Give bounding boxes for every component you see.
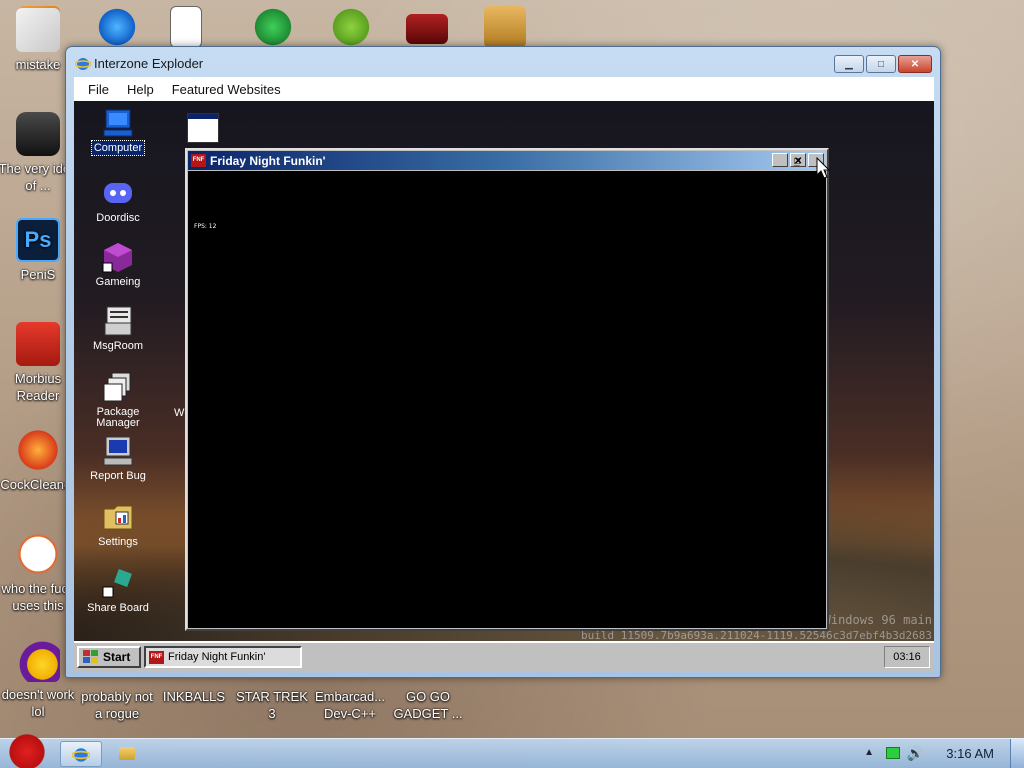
w96-icon-label: Gameing <box>95 276 141 288</box>
host-icon-probably-not-rogue[interactable]: probably not a rogue <box>77 688 157 722</box>
w96-icon-package-manager[interactable]: Package Manager <box>81 371 155 429</box>
ie-icon <box>71 748 91 762</box>
host-top-solitaire-icon[interactable] <box>170 6 202 48</box>
fnf-window-title: Friday Night Funkin' <box>210 154 326 168</box>
w96-icon-label: MsgRoom <box>92 340 144 352</box>
taskbar-explorer-button[interactable] <box>110 741 144 767</box>
w96-icon-label: Settings <box>98 536 138 548</box>
computer-icon <box>102 107 134 139</box>
close-icon: ✕ <box>910 58 920 70</box>
menu-help[interactable]: Help <box>127 82 154 97</box>
fnf-title-bar[interactable]: FNF Friday Night Funkin' _ □ ✕ <box>188 151 826 170</box>
tray-up-arrow-icon[interactable]: ▲ <box>864 747 874 758</box>
menu-bar: File Help Featured Websites <box>74 77 934 101</box>
mouse-cursor-icon <box>816 157 830 179</box>
start-icon <box>83 650 98 663</box>
show-desktop-button[interactable] <box>1010 739 1024 768</box>
maximize-icon: □ <box>877 58 885 70</box>
start-button[interactable]: Start <box>77 646 141 668</box>
host-top-emblem-icon[interactable] <box>406 14 448 44</box>
cleaner-brush-icon <box>16 428 60 472</box>
host-icon-label: GO GO GADGET ... <box>393 689 463 721</box>
w96-icon-share-board[interactable]: Share Board <box>81 567 155 614</box>
report-bug-icon <box>102 435 134 467</box>
host-icon-inkballs[interactable]: INKBALLS <box>154 688 234 705</box>
w96-icon-label: Computer <box>90 140 146 156</box>
w96-desktop: Windows 96 main build 11509.7b9a693a.211… <box>74 101 934 671</box>
taskbar-item-fnf[interactable]: FNF Friday Night Funkin' <box>144 646 302 668</box>
host-icon-label: STAR TREK 3 <box>236 689 308 721</box>
interzone-exploder-window: Interzone Exploder ▁ □ ✕ File Help Featu… <box>65 46 941 678</box>
host-icon-dev-cpp[interactable]: Embarcad... Dev-C++ <box>310 688 390 722</box>
w96-watermark-line1: Windows 96 main <box>823 613 932 627</box>
taskbar-ie-button[interactable] <box>60 741 102 767</box>
menu-file[interactable]: File <box>88 82 109 97</box>
host-icon-label: probably not a rogue <box>81 689 153 721</box>
taskbar-item-label: Friday Night Funkin' <box>168 651 266 663</box>
w96-icon-label: Share Board <box>87 602 149 614</box>
ie-app-icon <box>74 56 92 72</box>
angry-birds-start-icon[interactable] <box>4 731 50 768</box>
pdf-reader-icon <box>16 322 60 366</box>
host-icon-label: INKBALLS <box>162 689 226 704</box>
host-clock: 3:16 AM <box>946 746 994 761</box>
fnf-app-icon: FNF <box>191 154 206 167</box>
host-icon-label: doesn't work lol <box>1 687 75 719</box>
w96-icon-label: Package Manager <box>96 406 140 429</box>
volume-icon[interactable]: 🔊 <box>907 745 924 762</box>
w96-icon-settings[interactable]: Settings <box>81 501 155 548</box>
w96-icon-gameing[interactable]: Gameing <box>81 241 155 288</box>
share-board-icon <box>102 567 134 599</box>
host-icon-label: Embarcad... Dev-C++ <box>314 689 386 721</box>
package-manager-icon <box>102 371 134 403</box>
w96-icon-computer[interactable]: Computer <box>81 107 155 156</box>
w96-icon-label: Report Bug <box>90 470 146 482</box>
host-top-ie-icon[interactable] <box>96 6 138 48</box>
w96-icon-label: Doordisc <box>96 212 140 224</box>
close-button[interactable]: ✕ <box>898 55 932 73</box>
game-cube-icon <box>102 241 134 273</box>
w96-icon-report-bug[interactable]: Report Bug <box>81 435 155 482</box>
installer-icon <box>16 8 60 52</box>
w96-terminal-icon[interactable] <box>187 113 219 143</box>
host-icon-go-go-gadget[interactable]: GO GO GADGET ... <box>388 688 468 722</box>
photoshop-icon: Ps <box>16 218 60 262</box>
yahoo-messenger-icon <box>16 638 60 682</box>
host-top-pig-icon[interactable] <box>330 6 372 48</box>
lightning-icon <box>16 532 60 576</box>
w96-icon-msgroom[interactable]: MsgRoom <box>81 305 155 352</box>
start-label: Start <box>103 650 131 664</box>
msgroom-icon <box>102 305 134 337</box>
minimize-button[interactable]: ▁ <box>834 55 864 73</box>
fps-counter: FPS: 12 <box>194 223 217 230</box>
w96-taskbar: Start FNF Friday Night Funkin' 03:16 <box>74 641 934 671</box>
folder-icon <box>119 747 135 760</box>
settings-icon <box>102 501 134 533</box>
maximize-button[interactable]: □ <box>866 55 896 73</box>
host-taskbar: ▲ 🔊 3:16 AM <box>0 731 1024 768</box>
stray-letter: W <box>174 407 185 419</box>
host-icon-star-trek[interactable]: STAR TREK 3 <box>232 688 312 722</box>
w96-clock: 03:16 <box>884 646 930 668</box>
fnf-window: FNF Friday Night Funkin' _ □ ✕ FPS: 12 <box>185 148 829 631</box>
fnf-game-canvas[interactable]: FPS: 12 <box>188 171 826 628</box>
host-top-folder-icon[interactable] <box>484 6 526 48</box>
trash-bin-icon <box>16 112 60 156</box>
menu-featured-websites[interactable]: Featured Websites <box>172 82 281 97</box>
close-icon: ✕ <box>794 156 803 167</box>
fnf-minimize-button[interactable]: _ <box>772 153 800 167</box>
window-title: Interzone Exploder <box>94 56 204 71</box>
network-icon[interactable] <box>886 747 900 759</box>
minimize-icon: ▁ <box>845 58 853 70</box>
host-top-shield-icon[interactable] <box>252 6 294 48</box>
fnf-task-icon: FNF <box>149 650 164 664</box>
w96-icon-doordisc[interactable]: Doordisc <box>81 177 155 224</box>
doordisc-icon <box>102 177 134 209</box>
